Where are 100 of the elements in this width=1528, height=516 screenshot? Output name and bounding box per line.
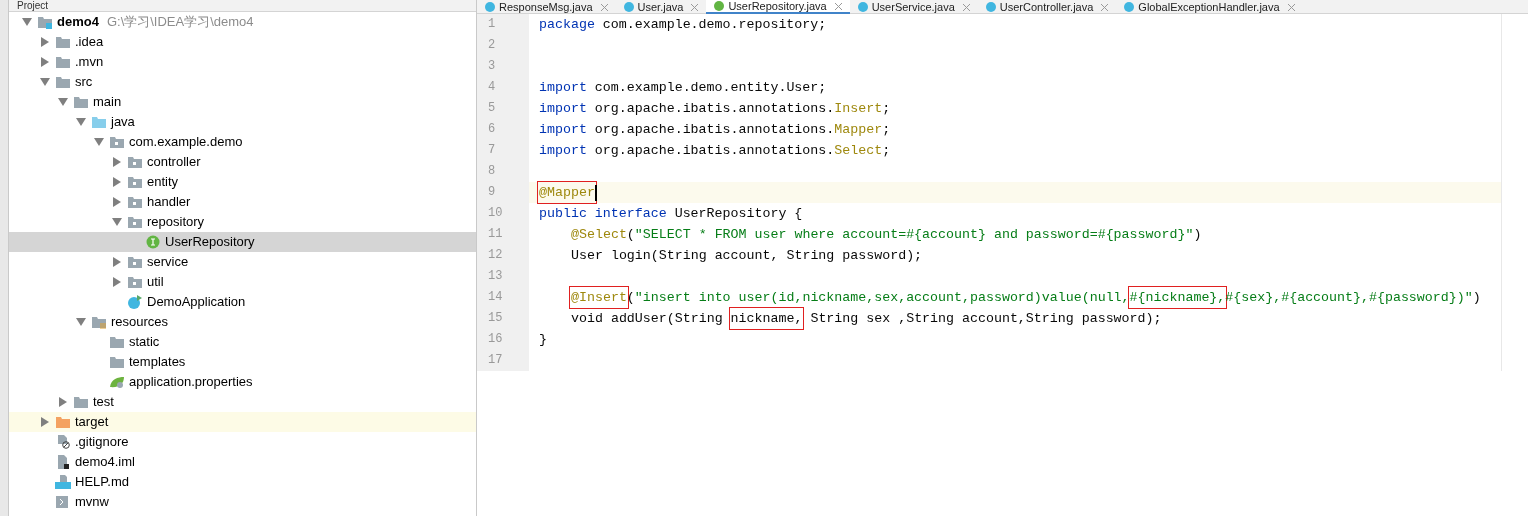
expanded-arrow-icon[interactable]: [76, 118, 86, 126]
tree-item[interactable]: test: [9, 392, 476, 412]
spring-leaf-icon: [109, 375, 125, 389]
tree-item[interactable]: mvnw: [9, 492, 476, 512]
code-line: public interface UserRepository {: [539, 204, 803, 223]
close-icon[interactable]: [1101, 3, 1109, 11]
line-number: 9: [477, 182, 529, 203]
tree-item[interactable]: .gitignore: [9, 432, 476, 452]
expanded-arrow-icon[interactable]: [58, 98, 68, 106]
folder-icon: [55, 35, 71, 49]
editor-tab[interactable]: UserRepository.java: [706, 0, 850, 14]
class-icon: [985, 2, 996, 12]
spring-app-icon: [127, 295, 143, 309]
editor-tab[interactable]: UserService.java: [849, 0, 978, 14]
folder-icon: [109, 335, 125, 349]
class-icon: [623, 2, 634, 12]
tree-item[interactable]: templates: [9, 352, 476, 372]
tree-item[interactable]: java: [9, 112, 476, 132]
line-number: 16: [477, 329, 529, 350]
collapsed-arrow-icon[interactable]: [59, 397, 67, 407]
close-icon[interactable]: [1287, 3, 1295, 11]
line-number: 6: [477, 119, 529, 140]
expanded-arrow-icon[interactable]: [76, 318, 86, 326]
expanded-arrow-icon[interactable]: [94, 138, 104, 146]
script-file-icon: [55, 495, 71, 509]
collapsed-arrow-icon[interactable]: [41, 57, 49, 67]
tree-item[interactable]: target: [9, 412, 476, 432]
tree-item[interactable]: DemoApplication: [9, 292, 476, 312]
close-icon[interactable]: [834, 2, 842, 10]
tree-item[interactable]: main: [9, 92, 476, 112]
line-number: 17: [477, 350, 529, 371]
file-icon: [55, 455, 71, 469]
expanded-arrow-icon[interactable]: [112, 218, 122, 226]
editor-tab[interactable]: ResponseMsg.java: [477, 0, 616, 14]
line-number: 8: [477, 161, 529, 182]
tree-item[interactable]: controller: [9, 152, 476, 172]
class-icon: [485, 2, 495, 12]
line-number: 13: [477, 266, 529, 287]
code-line: }: [539, 330, 547, 349]
module-path: G:\学习\IDEA学习\demo4: [106, 13, 254, 32]
folder-icon: [109, 355, 125, 369]
expanded-arrow-icon[interactable]: [40, 78, 50, 86]
tree-item[interactable]: static: [9, 332, 476, 352]
line-number: 3: [477, 56, 529, 77]
collapsed-arrow-icon[interactable]: [113, 277, 121, 287]
class-icon: [1124, 2, 1135, 12]
code-line: import org.apache.ibatis.annotations.Select;: [539, 141, 891, 160]
tree-item[interactable]: .mvn: [9, 52, 476, 72]
collapsed-arrow-icon[interactable]: [113, 197, 121, 207]
collapsed-arrow-icon[interactable]: [113, 257, 121, 267]
tree-item[interactable]: repository: [9, 212, 476, 232]
close-icon[interactable]: [600, 3, 608, 11]
tree-item[interactable]: application.properties: [9, 372, 476, 392]
tree-item[interactable]: HELP.md: [9, 472, 476, 492]
folder-icon: [73, 395, 89, 409]
collapsed-arrow-icon[interactable]: [41, 417, 49, 427]
package-folder-icon: [109, 135, 125, 149]
editor-tab[interactable]: UserController.java: [977, 0, 1117, 14]
package-folder-icon: [127, 275, 143, 289]
code-line: @Mapper: [539, 182, 597, 203]
collapsed-arrow-icon[interactable]: [113, 157, 121, 167]
tree-item[interactable]: com.example.demo: [9, 132, 476, 152]
line-number: 15: [477, 308, 529, 329]
folder-icon: [55, 55, 71, 69]
package-folder-icon: [127, 175, 143, 189]
line-number: 10: [477, 203, 529, 224]
line-number: 2: [477, 35, 529, 56]
package-folder-icon: [127, 215, 143, 229]
tree-item[interactable]: UserRepository: [9, 232, 476, 252]
tree-item[interactable]: util: [9, 272, 476, 292]
expanded-arrow-icon[interactable]: [22, 18, 32, 26]
markdown-file-icon: [55, 475, 71, 489]
close-icon[interactable]: [962, 3, 970, 11]
collapsed-arrow-icon[interactable]: [41, 37, 49, 47]
editor-tab[interactable]: GlobalExceptionHandler.java: [1116, 0, 1303, 14]
collapsed-arrow-icon[interactable]: [113, 177, 121, 187]
tree-item[interactable]: src: [9, 72, 476, 92]
code-line: void addUser(String nickname, String sex ,String account,String password);: [571, 308, 1162, 329]
tree-item[interactable]: service: [9, 252, 476, 272]
close-icon[interactable]: [691, 3, 699, 11]
tree-item[interactable]: entity: [9, 172, 476, 192]
package-folder-icon: [127, 155, 143, 169]
editor-tab[interactable]: User.java: [615, 0, 707, 14]
line-number: 4: [477, 77, 529, 98]
tree-item[interactable]: demo4 G:\学习\IDEA学习\demo4: [9, 12, 476, 32]
tree-item[interactable]: .idea: [9, 32, 476, 52]
panel-title: Project: [17, 0, 49, 11]
line-number: 5: [477, 98, 529, 119]
tree-item[interactable]: handler: [9, 192, 476, 212]
package-folder-icon: [127, 195, 143, 209]
tree-item[interactable]: resources: [9, 312, 476, 332]
code-line: import com.example.demo.entity.User;: [539, 78, 827, 97]
folder-icon: [73, 95, 89, 109]
package-folder-icon: [127, 255, 143, 269]
line-number: 11: [477, 224, 529, 245]
folder-icon: [55, 415, 71, 429]
line-number: 1: [477, 14, 529, 35]
folder-icon: [91, 115, 107, 129]
text-caret: [594, 184, 597, 201]
tree-item[interactable]: demo4.iml: [9, 452, 476, 472]
